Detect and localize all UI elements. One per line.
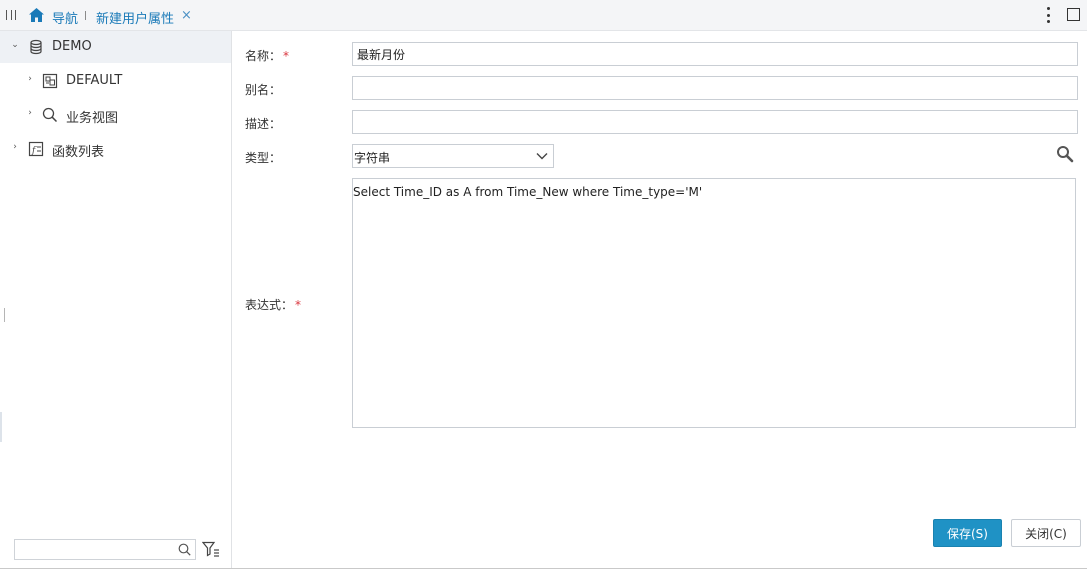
search-icon — [42, 107, 58, 123]
tab-new-user-attribute[interactable]: 新建用户属性 — [96, 8, 174, 27]
save-button[interactable]: 保存(S) — [933, 519, 1002, 547]
tree-item-label: 函数列表 — [52, 145, 105, 160]
chevron-down-icon[interactable]: ⌄ — [10, 40, 20, 50]
type-select-value: 字符串 — [354, 151, 391, 165]
type-select[interactable]: 字符串 — [352, 144, 554, 168]
name-field[interactable] — [352, 42, 1078, 66]
close-button[interactable]: 关闭(C) — [1011, 519, 1081, 547]
description-label: 描述： — [245, 117, 282, 131]
chevron-right-icon[interactable]: › — [10, 142, 20, 152]
function-list-icon: f — [28, 141, 44, 157]
tree-search-input[interactable] — [15, 540, 165, 559]
home-icon[interactable] — [28, 7, 45, 23]
maximize-icon[interactable] — [1067, 8, 1080, 21]
chevron-down-icon — [536, 153, 548, 160]
chevron-right-icon[interactable]: › — [25, 108, 35, 118]
filter-icon[interactable] — [202, 541, 220, 557]
left-tree-panel: ⌄ DEMO › DEFAULT › 业务视图 › f 函数列表 — [0, 31, 232, 568]
tab-divider — [85, 11, 86, 20]
database-icon — [30, 39, 42, 55]
required-marker: * — [283, 49, 290, 63]
tree-item-function-list[interactable]: › f 函数列表 — [0, 133, 231, 165]
alias-label: 别名： — [245, 83, 282, 97]
tree-search-box[interactable] — [14, 539, 196, 560]
name-label: 名称： * — [245, 47, 289, 64]
required-marker: * — [295, 298, 302, 312]
tree-item-default[interactable]: › DEFAULT — [0, 65, 231, 97]
description-field[interactable] — [352, 110, 1078, 134]
expression-textarea[interactable]: Select Time_ID as A from Time_New where … — [352, 178, 1076, 428]
name-label-text: 名称： — [245, 49, 282, 63]
close-tab-icon[interactable]: × — [181, 8, 192, 23]
nav-tab[interactable]: 导航 — [52, 8, 78, 27]
tab-bar: 导航 新建用户属性 × — [0, 0, 1087, 31]
tree-item-demo[interactable]: ⌄ DEMO — [0, 31, 231, 63]
expression-label-text: 表达式： — [245, 298, 294, 312]
app-window: 导航 新建用户属性 × ⌄ DEMO › DEFAULT › 业务视图 › f … — [0, 0, 1087, 569]
alias-field[interactable] — [352, 76, 1078, 100]
tree-item-business-view[interactable]: › 业务视图 — [0, 99, 231, 131]
chevron-right-icon[interactable]: › — [25, 74, 35, 84]
expression-label: 表达式： * — [245, 296, 301, 313]
menu-icon[interactable] — [6, 10, 16, 20]
tree-item-label: 业务视图 — [66, 111, 119, 126]
tree-item-label: DEFAULT — [66, 73, 123, 88]
search-icon[interactable] — [178, 543, 191, 556]
schema-icon — [42, 73, 58, 89]
type-label: 类型： — [245, 151, 282, 165]
more-vertical-icon[interactable] — [1046, 7, 1050, 23]
tree-item-label: DEMO — [52, 39, 92, 54]
scroll-indicator — [0, 412, 2, 442]
magnifier-icon[interactable] — [1056, 145, 1074, 163]
resize-handle[interactable] — [4, 308, 5, 322]
svg-text:f: f — [31, 146, 37, 156]
